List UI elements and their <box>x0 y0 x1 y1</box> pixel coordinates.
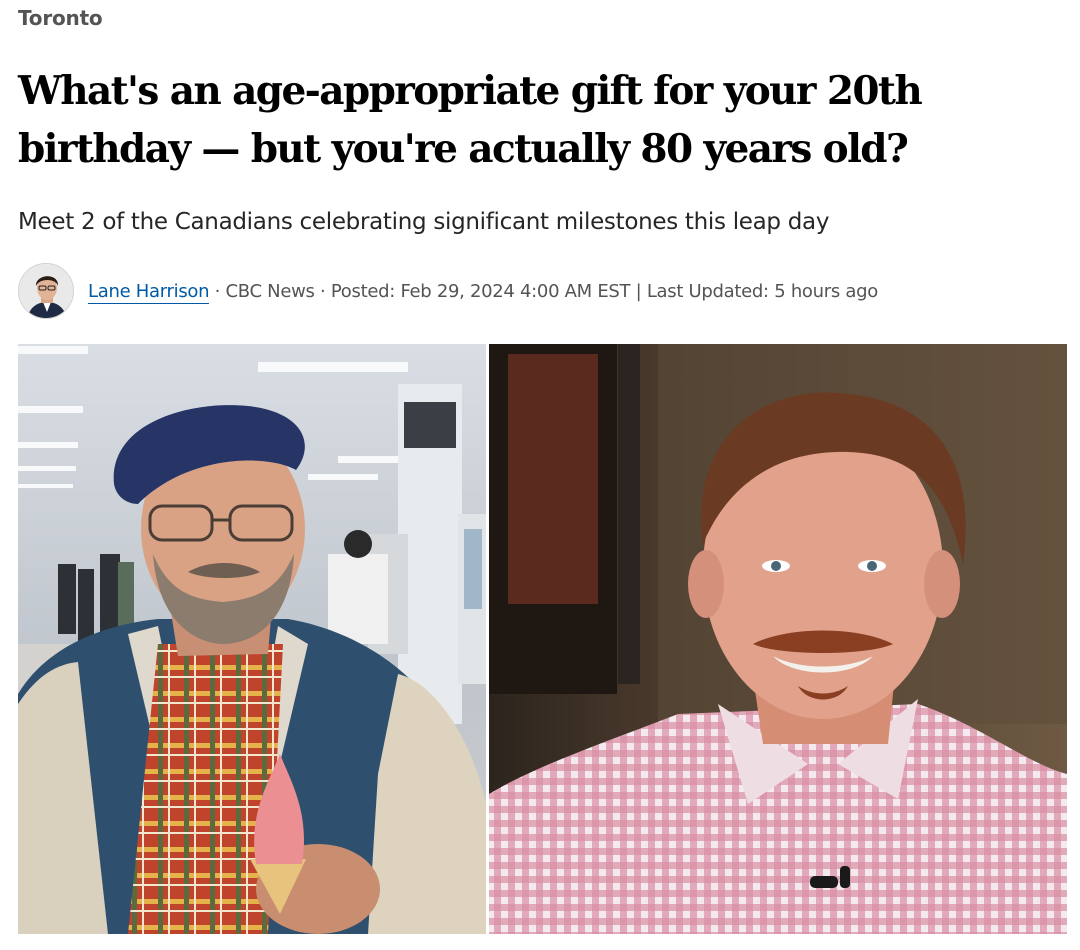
byline-text: Lane Harrison · CBC News · Posted: Feb 2… <box>88 280 878 304</box>
author-photo-icon <box>19 264 73 318</box>
man-in-checkered-shirt-photo-icon <box>489 344 1067 934</box>
byline-separator-1: · <box>214 280 221 302</box>
byline: Lane Harrison · CBC News · Posted: Feb 2… <box>18 262 878 320</box>
article-headline: What's an age-appropriate gift for your … <box>18 68 923 172</box>
posted-date: Posted: Feb 29, 2024 4:00 AM EST <box>330 280 631 302</box>
byline-source: CBC News <box>225 280 315 302</box>
byline-separator-2: · <box>320 280 326 302</box>
older-man-with-ice-cream-photo-icon <box>18 344 486 934</box>
section-link[interactable]: Toronto <box>18 6 103 30</box>
lead-image[interactable] <box>18 344 1067 934</box>
author-avatar[interactable] <box>18 263 74 319</box>
author-link[interactable]: Lane Harrison <box>88 280 210 304</box>
updated-date: Last Updated: 5 hours ago <box>646 280 878 302</box>
byline-divider: | <box>635 280 642 302</box>
article-deck: Meet 2 of the Canadians celebrating sign… <box>18 209 830 235</box>
